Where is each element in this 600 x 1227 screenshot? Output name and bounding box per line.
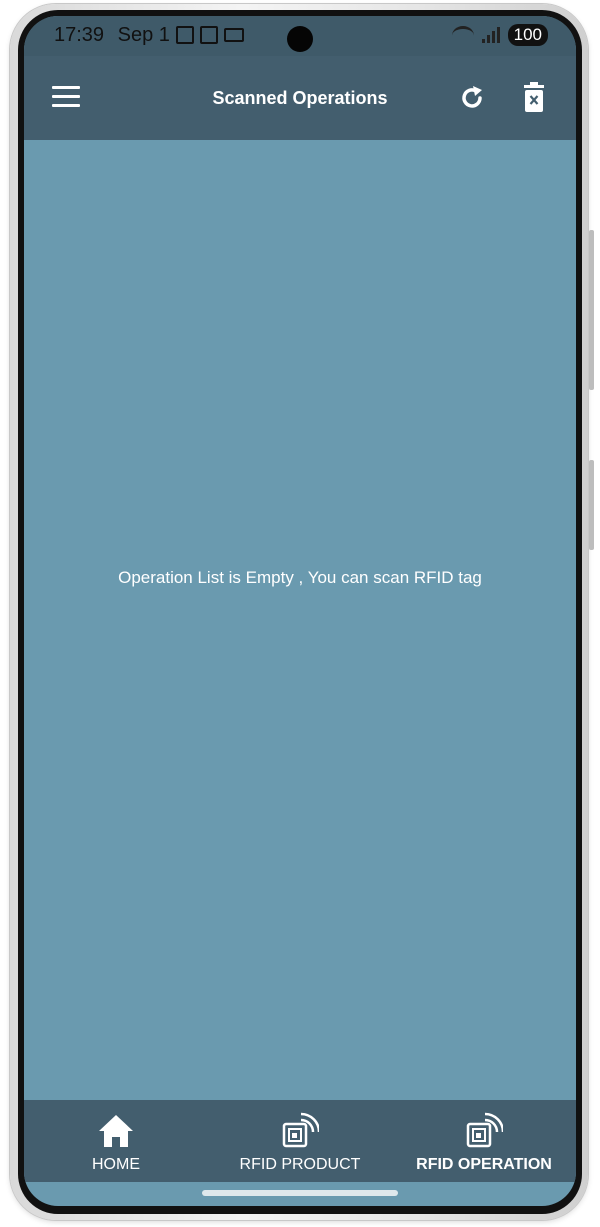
nav-home[interactable]: HOME [24, 1100, 208, 1182]
rfid-icon [282, 1112, 319, 1148]
front-camera [287, 26, 313, 52]
status-time-text: 17:39 [54, 24, 105, 46]
home-icon [99, 1115, 133, 1147]
delete-icon[interactable] [522, 82, 546, 112]
screen: 17:39 Sep 1 100 Scanned Operations Opera… [24, 16, 576, 1206]
notification-icons [176, 26, 244, 44]
nav-rfid-product[interactable]: RFID PRODUCT [208, 1100, 392, 1182]
volume-button [589, 230, 594, 390]
nav-rfid-operation[interactable]: RFID OPERATION [392, 1100, 576, 1182]
app-bar: Scanned Operations [24, 56, 576, 140]
nav-home-label: HOME [92, 1156, 140, 1173]
status-date: Sep 1 [117, 24, 170, 46]
refresh-icon[interactable] [458, 84, 486, 112]
notification-app-icon [176, 26, 194, 44]
rfid-icon [466, 1112, 503, 1148]
battery-indicator: 100 [507, 24, 548, 46]
signal-icon [481, 27, 500, 43]
home-indicator[interactable] [202, 1190, 398, 1196]
nav-rfid-operation-label: RFID OPERATION [416, 1156, 552, 1173]
status-right: 100 [451, 24, 548, 46]
status-bar: 17:39 Sep 1 100 [24, 16, 576, 56]
page-title: Scanned Operations [212, 88, 388, 108]
screenshot-icon [200, 26, 218, 44]
bottom-nav: HOME RFID PRODUCT RFID OPERATION [24, 1100, 576, 1182]
laptop-icon [224, 28, 244, 42]
power-button [589, 460, 594, 550]
status-time: 17:39 Sep 1 [54, 24, 170, 47]
nav-rfid-product-label: RFID PRODUCT [239, 1156, 361, 1173]
empty-list-message: Operation List is Empty , You can scan R… [118, 568, 482, 587]
wifi-icon [451, 25, 474, 45]
